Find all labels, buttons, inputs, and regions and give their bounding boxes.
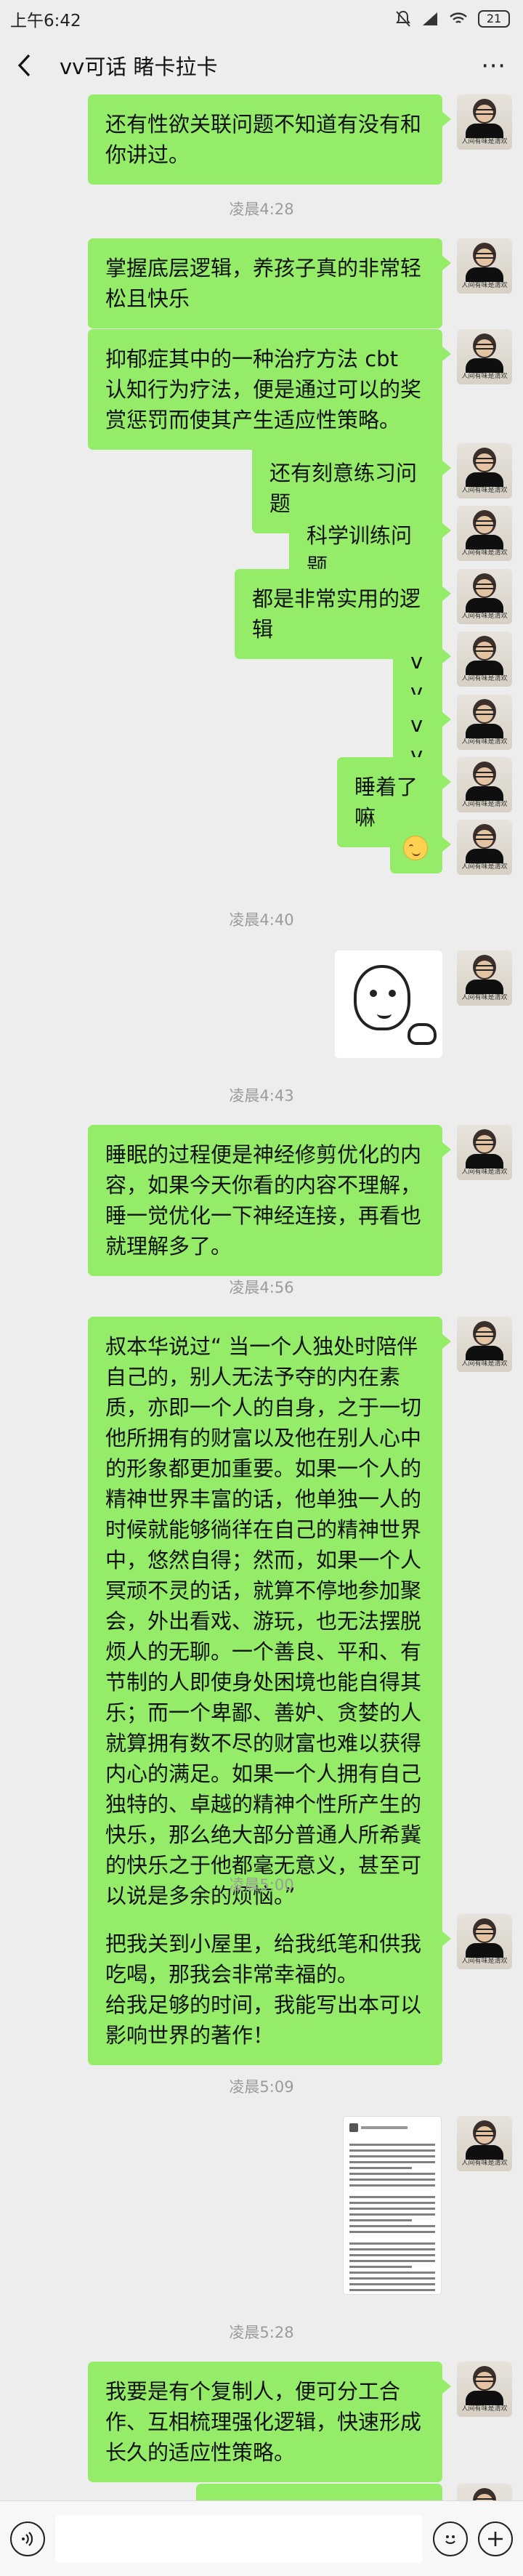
avatar[interactable]: 人间有味是清欢 [457,329,512,384]
avatar-caption: 人间有味是清欢 [461,282,508,289]
plus-icon[interactable] [478,2521,513,2556]
status-time: 上午6:42 [10,12,81,31]
avatar-caption: 人间有味是清欢 [461,801,508,808]
message-timestamp: 凌晨5:09 [229,2078,294,2096]
avatar-caption: 人间有味是清欢 [461,138,508,145]
more-horizontal-icon[interactable]: ⋯ [481,51,507,80]
message-timestamp: 凌晨4:43 [229,1087,294,1105]
message-bubble[interactable]: 叔本华说过“ 当一个人独处时陪伴自己的，别人无法予夺的内在素质，亦即一个人的自身… [88,1317,451,1926]
avatar[interactable]: 人间有味是清欢 [457,820,512,875]
avatar[interactable]: 人间有味是清欢 [457,94,512,150]
avatar-caption: 人间有味是清欢 [461,994,508,1001]
message-bubble[interactable]: 掌握底层逻辑，养孩子真的非常轻松且快乐 [88,238,451,328]
avatar[interactable]: 人间有味是清欢 [457,1125,512,1180]
avatar[interactable]: 人间有味是清欢 [457,2116,512,2171]
smirk-emoji-icon [403,836,428,860]
avatar[interactable]: 人间有味是清欢 [457,757,512,812]
status-bar: 上午6:42 21 [0,0,523,38]
message-timestamp: 凌晨4:28 [229,201,294,218]
message-bubble[interactable]: 把我关到小屋里，给我纸笔和供我吃喝，那我会非常幸福的。 给我足够的时间，我能写出… [88,1914,451,2065]
message-input[interactable] [55,2514,423,2563]
message-bubble[interactable]: 还有性欲关联问题不知道有没有和你讲过。 [88,94,451,185]
avatar-caption: 人间有味是清欢 [461,738,508,746]
avatar-caption: 人间有味是清欢 [461,373,508,380]
message-bubble[interactable]: 要有一百个便可改变世界 [196,2484,442,2500]
message-bubble[interactable]: 抑郁症其中的一种治疗方法 cbt 认知行为疗法，便是通过可以的奖赏惩罚而使其产生… [88,329,451,450]
chat-title: vv可话 睹卡拉卡 [60,54,218,79]
avatar-caption: 人间有味是清欢 [461,1168,508,1176]
battery-indicator: 21 [478,10,510,28]
back-icon[interactable] [16,51,35,80]
avatar[interactable]: 人间有味是清欢 [457,2362,512,2417]
avatar-caption: 人间有味是清欢 [461,2160,508,2167]
avatar[interactable]: 人间有味是清欢 [457,238,512,294]
avatar[interactable]: 人间有味是清欢 [457,950,512,1006]
avatar-caption: 人间有味是清欢 [461,675,508,682]
avatar[interactable]: 人间有味是清欢 [457,2484,512,2500]
document-screenshot-thumbnail[interactable] [343,2116,442,2295]
avatar[interactable]: 人间有味是清欢 [457,631,512,687]
avatar-caption: 人间有味是清欢 [461,1360,508,1368]
emoji-icon[interactable] [433,2521,468,2556]
avatar[interactable]: 人间有味是清欢 [457,1914,512,1969]
avatar[interactable]: 人间有味是清欢 [457,695,512,750]
wifi-icon [450,12,467,23]
chat-history[interactable]: 还有性欲关联问题不知道有没有和你讲过。 人间有味是清欢 凌晨4:28 掌握底层逻辑，养… [0,93,523,2500]
message-bubble[interactable] [390,820,451,873]
message-timestamp: 凌晨4:40 [229,911,294,929]
signal-icon [423,12,437,25]
input-bar [0,2500,523,2576]
avatar-caption: 人间有味是清欢 [461,2405,508,2413]
chat-header: vv可话 睹卡拉卡 ⋯ [0,38,523,93]
avatar[interactable]: 人间有味是清欢 [457,506,512,561]
message-bubble[interactable]: 我要是有个复制人，便可分工合作、互相梳理强化逻辑，快速形成长久的适应性策略。 [88,2362,451,2482]
avatar[interactable]: 人间有味是清欢 [457,443,512,498]
avatar-caption: 人间有味是清欢 [461,549,508,557]
message-bubble[interactable]: 睡眠的过程便是神经修剪优化的内容，如果今天你看的内容不理解，睡一觉优化一下神经连… [88,1125,451,1276]
avatar-caption: 人间有味是清欢 [461,1958,508,1965]
message-timestamp: 凌晨4:56 [229,1279,294,1296]
voice-icon[interactable] [10,2521,45,2556]
message-timestamp: 凌晨5:00 [229,1876,294,1894]
avatar[interactable]: 人间有味是清欢 [457,569,512,624]
avatar[interactable]: 人间有味是清欢 [457,1317,512,1372]
avatar-caption: 人间有味是清欢 [461,487,508,494]
avatar-caption: 人间有味是清欢 [461,613,508,620]
avatar-caption: 人间有味是清欢 [461,863,508,871]
status-icons: 21 [395,10,510,28]
message-timestamp: 凌晨5:28 [229,2324,294,2341]
bell-muted-icon [396,10,410,27]
cartoon-face-sticker[interactable] [335,950,442,1058]
